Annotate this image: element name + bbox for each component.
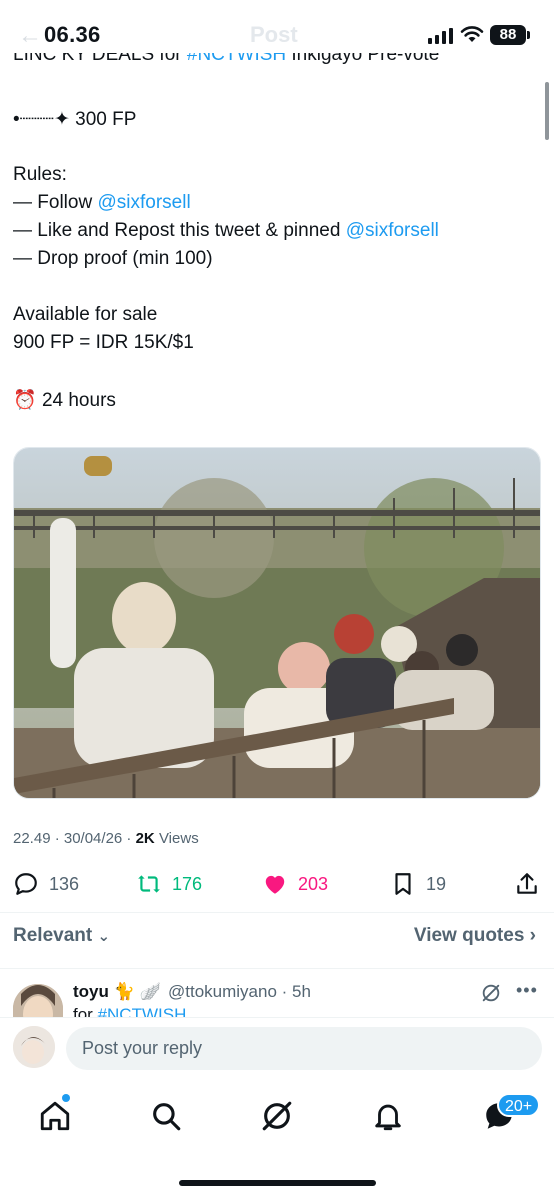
- reply-input[interactable]: Post your reply: [66, 1027, 542, 1070]
- bell-icon[interactable]: [371, 1099, 405, 1133]
- scrollbar[interactable]: [545, 82, 549, 140]
- home-icon[interactable]: [38, 1099, 72, 1133]
- battery-icon: 88: [490, 25, 526, 45]
- rule-text: — Like and Repost this tweet & pinned: [13, 220, 346, 241]
- reply-count: 136: [49, 873, 80, 894]
- reply-author-handle: @ttokumiyano · 5h: [168, 982, 311, 1001]
- reply-icon: [15, 873, 37, 895]
- rules-heading: Rules:: [13, 164, 67, 185]
- mention-link[interactable]: @sixforsell: [97, 192, 190, 213]
- home-indicator[interactable]: [179, 1180, 376, 1186]
- battery-tip: [527, 31, 530, 39]
- alarm-clock-icon: ⏰: [13, 390, 37, 411]
- rule-like-repost: — Like and Repost this tweet & pinned @s…: [13, 220, 439, 242]
- tweet-cut-line: LINC KY DEALS for #NCTWISH Inkigayo Pre-…: [13, 53, 543, 77]
- chevron-down-icon: ⌄: [97, 928, 111, 945]
- repost-icon: [138, 875, 160, 893]
- tweet-text: LINC KY DEALS for: [13, 53, 187, 65]
- sale-price: 900 FP = IDR 15K/$1: [13, 332, 194, 353]
- reply-author-name[interactable]: toyu 🐈 🪽: [73, 982, 161, 1002]
- status-time: 06.36: [44, 22, 101, 47]
- avatar[interactable]: [13, 984, 63, 1020]
- my-avatar[interactable]: [13, 1026, 55, 1068]
- rule-text: — Follow: [13, 192, 98, 213]
- divider: [0, 912, 554, 913]
- tweet-photo[interactable]: [13, 447, 541, 799]
- hashtag-link[interactable]: #NCTWISH: [187, 53, 286, 65]
- like-button[interactable]: 203: [262, 866, 328, 902]
- grok-icon[interactable]: [480, 982, 502, 1004]
- view-quotes-link[interactable]: View quotes ›: [414, 925, 536, 947]
- chevron-right-icon: ›: [529, 925, 536, 946]
- repost-button[interactable]: 176: [136, 866, 202, 902]
- like-count: 203: [298, 873, 329, 894]
- divider: [0, 968, 554, 969]
- sale-heading: Available for sale: [13, 304, 158, 325]
- repost-count: 176: [172, 873, 203, 894]
- search-icon[interactable]: [149, 1099, 183, 1133]
- notification-dot: [62, 1094, 70, 1102]
- share-icon: [517, 873, 537, 894]
- messages-badge: 20+: [497, 1093, 541, 1117]
- like-icon: [265, 875, 285, 894]
- tweet-timestamp: 22.49 · 30/04/26 ·: [13, 830, 136, 847]
- bookmark-icon: [395, 873, 411, 895]
- sort-relevant-button[interactable]: Relevant ⌄: [13, 925, 110, 947]
- action-bar: 136 176 203 19: [0, 866, 554, 902]
- wifi-icon: [460, 26, 484, 42]
- share-button[interactable]: [514, 866, 540, 902]
- points-line: •┈┈┈✦ 300 FP: [13, 109, 137, 130]
- bookmark-button[interactable]: 19: [390, 866, 446, 902]
- reply-composer: Post your reply: [0, 1017, 554, 1081]
- sort-label: Relevant: [13, 925, 93, 946]
- grok-icon[interactable]: [260, 1099, 294, 1133]
- bookmark-count: 19: [426, 873, 447, 894]
- duration-text: 24 hours: [41, 390, 116, 411]
- views-count: 2K: [135, 830, 155, 847]
- rule-follow: — Follow @sixforsell: [13, 192, 191, 214]
- view-quotes-label: View quotes: [413, 925, 525, 946]
- mention-link[interactable]: @sixforsell: [346, 220, 439, 241]
- views-label: Views: [154, 830, 199, 847]
- back-icon[interactable]: ←: [18, 22, 42, 50]
- photo-illustration: [14, 448, 540, 798]
- tweet-text: Inkigayo Pre-vote: [286, 53, 440, 65]
- reply-button[interactable]: 136: [13, 866, 79, 902]
- signal-icon: [428, 28, 453, 44]
- rule-drop-proof: — Drop proof (min 100): [13, 248, 213, 269]
- tweet-meta: 22.49 · 30/04/26 · 2K Views: [13, 830, 199, 847]
- more-icon[interactable]: •••: [516, 980, 538, 1001]
- header-title: Post: [250, 22, 298, 47]
- duration-line: ⏰ 24 hours: [13, 388, 116, 412]
- reply-text: for #NCTWISH: [73, 1004, 186, 1018]
